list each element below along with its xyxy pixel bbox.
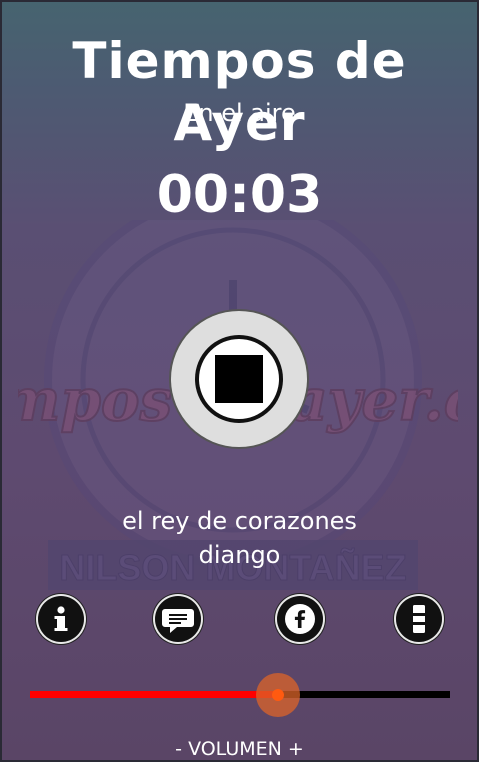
chat-bubble-icon (162, 609, 194, 633)
volume-slider-knob (271, 689, 284, 701)
menu-button[interactable] (396, 596, 442, 642)
elapsed-time: 00:03 (156, 165, 323, 225)
facebook-icon (285, 604, 315, 634)
info-icon (54, 606, 68, 631)
station-title: Tiempos de Ayer (72, 32, 407, 152)
volume-label: - VOLUMEN + (175, 738, 304, 760)
volume-slider-thumb[interactable] (255, 673, 300, 717)
volume-slider-track[interactable] (30, 691, 450, 698)
facebook-button[interactable] (277, 596, 323, 642)
artist-name: diango (198, 541, 281, 569)
volume-slider-fill (30, 691, 278, 698)
on-air-status: En el aire (183, 99, 296, 127)
stop-button-ring (195, 335, 283, 423)
stop-button-face (199, 339, 279, 419)
vertical-menu-icon (413, 605, 425, 633)
info-button[interactable] (38, 596, 84, 642)
stop-button[interactable] (171, 311, 307, 447)
chat-button[interactable] (155, 596, 201, 642)
song-title: el rey de corazones (122, 507, 357, 535)
stop-icon (215, 355, 263, 403)
